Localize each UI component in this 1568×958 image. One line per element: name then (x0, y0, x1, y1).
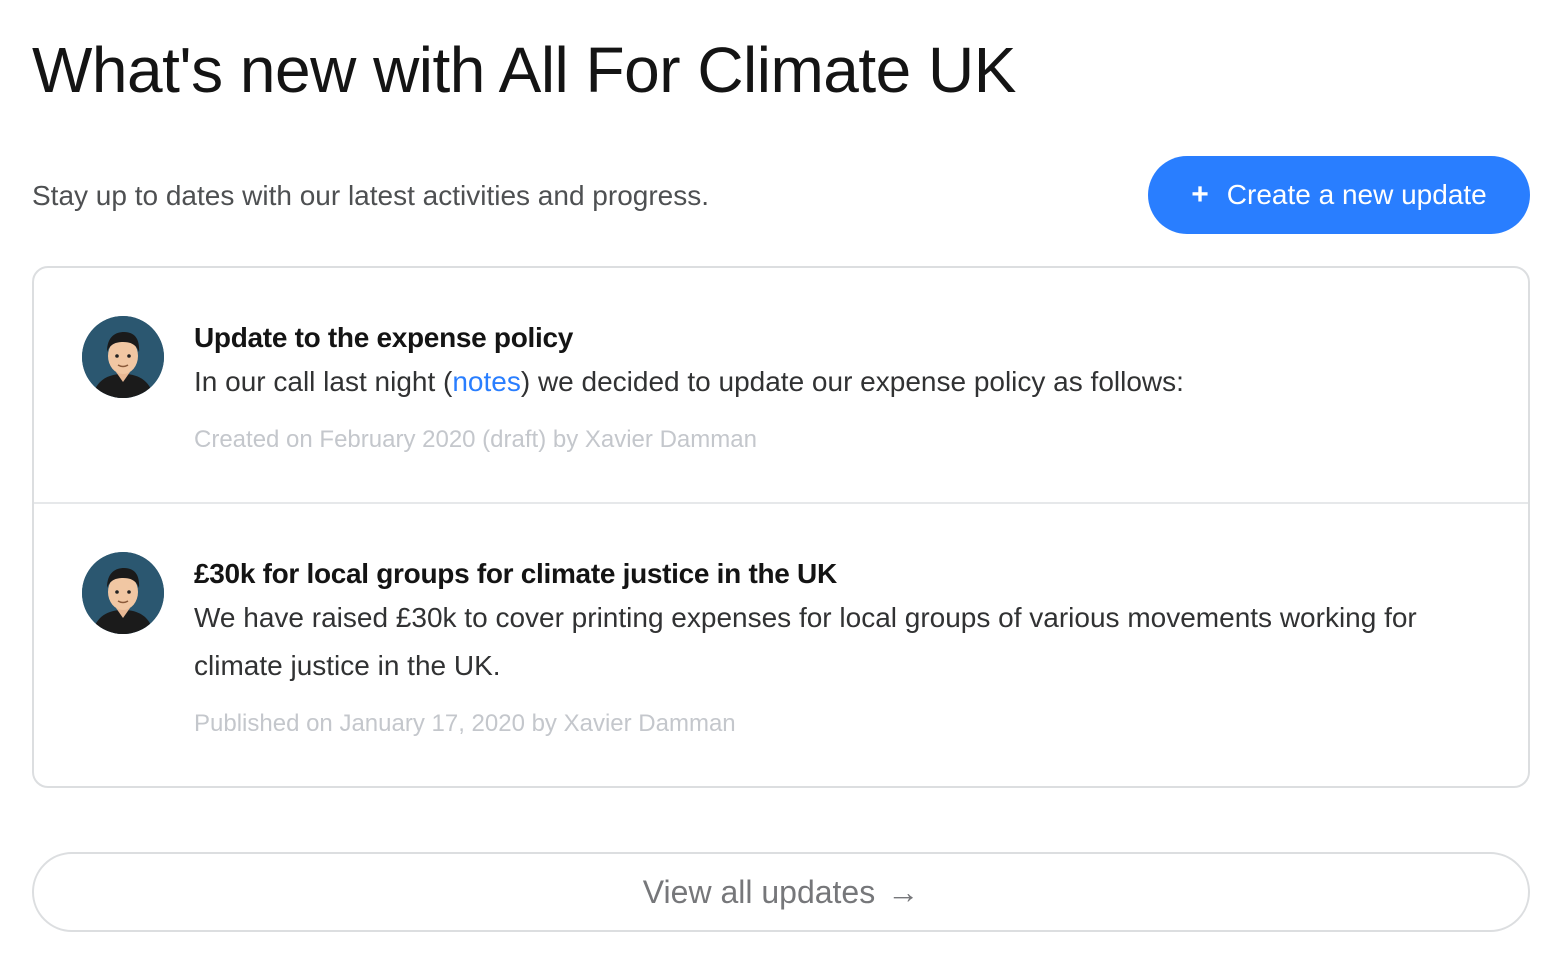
view-all-updates-button[interactable]: View all updates → (32, 852, 1530, 932)
update-summary: We have raised £30k to cover printing ex… (194, 602, 1417, 681)
avatar[interactable] (82, 316, 164, 398)
summary-text: ) we decided to update our expense polic… (520, 366, 1184, 397)
author-avatar-icon (82, 316, 164, 398)
view-all-label: View all updates (642, 873, 876, 910)
author-avatar-icon (82, 552, 164, 634)
update-content: Update to the expense policy In our call… (194, 320, 1488, 456)
update-summary: In our call last night (notes) we decide… (194, 358, 1488, 406)
create-update-label: Create a new update (1226, 179, 1487, 210)
updates-list: Update to the expense policy In our call… (32, 266, 1530, 788)
update-item: £30k for local groups for climate justic… (34, 504, 1528, 786)
arrow-right-icon: → (887, 873, 920, 910)
update-meta: Created on February 2020 (draft) by Xavi… (194, 426, 757, 453)
page-subtitle: Stay up to dates with our latest activit… (32, 180, 710, 211)
update-item: Update to the expense policy In our call… (34, 268, 1528, 504)
page-title: What's new with All For Climate UK (32, 34, 1016, 106)
update-title[interactable]: £30k for local groups for climate justic… (194, 556, 1488, 592)
summary-text: In our call last night ( (194, 366, 453, 397)
create-update-button[interactable]: + Create a new update (1148, 156, 1530, 234)
page: What's new with All For Climate UK Stay … (0, 0, 1568, 958)
update-title[interactable]: Update to the expense policy (194, 320, 1488, 356)
notes-link[interactable]: notes (452, 366, 521, 397)
update-meta: Published on January 17, 2020 by Xavier … (194, 710, 736, 737)
avatar[interactable] (82, 552, 164, 634)
plus-icon: + (1191, 178, 1209, 211)
update-content: £30k for local groups for climate justic… (194, 556, 1488, 740)
